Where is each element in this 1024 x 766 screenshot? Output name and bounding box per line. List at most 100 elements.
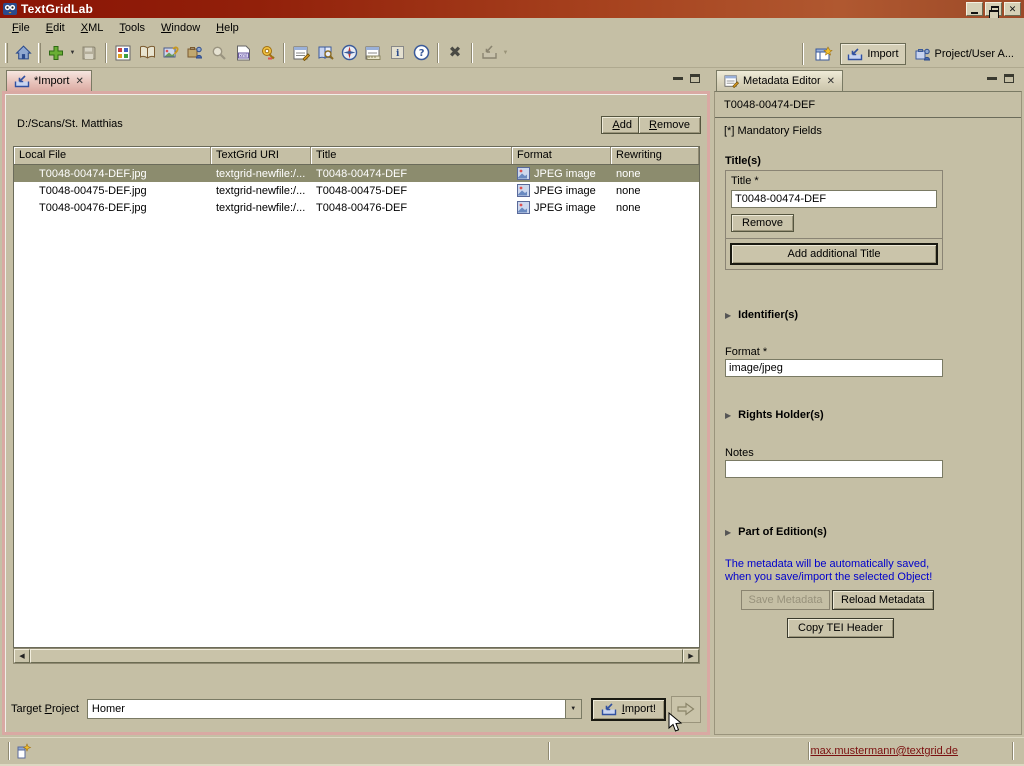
autosave-note: The metadata will be automatically saved… <box>725 558 932 584</box>
window-title: TextGridLab <box>21 2 93 16</box>
title-field-label: Title * <box>731 175 937 187</box>
rights-holders-section[interactable]: ▶ Rights Holder(s) <box>725 409 824 421</box>
column-header-textgrid-uri[interactable]: TextGrid URI <box>211 147 311 164</box>
combo-dropdown-icon[interactable]: ▼ <box>565 700 581 718</box>
jpeg-image-icon <box>517 167 530 180</box>
xml-editor-icon[interactable]: xml <box>231 41 255 65</box>
maximize-view-icon[interactable] <box>1004 74 1014 83</box>
maximize-view-icon[interactable] <box>690 74 700 83</box>
toolbar-separator <box>283 43 285 63</box>
metadata-editor-view: Metadata Editor ✕ T0048-00474-DEF [*] Ma… <box>714 70 1022 735</box>
minimize-view-icon[interactable] <box>673 77 683 80</box>
minimize-view-icon[interactable] <box>987 77 997 80</box>
remove-title-button[interactable]: Remove <box>731 214 794 232</box>
metadata-object-title: T0048-00474-DEF <box>724 99 815 111</box>
close-button[interactable]: ✕ <box>1004 2 1021 16</box>
svg-text:xml: xml <box>239 53 247 59</box>
new-object-dropdown-icon[interactable]: ▼ <box>68 41 77 65</box>
delete-icon[interactable]: ✖ <box>443 41 467 65</box>
menu-tools[interactable]: Tools <box>111 20 153 37</box>
perspective-tab-import[interactable]: Import <box>840 43 905 65</box>
table-row[interactable]: T0048-00476-DEF.jpg textgrid-newfile:/..… <box>14 199 699 216</box>
metadata-editor-tab-close-icon[interactable]: ✕ <box>827 76 835 87</box>
import-tab-close-icon[interactable]: ✕ <box>75 76 83 87</box>
unicode-editor-icon[interactable] <box>361 41 385 65</box>
menu-window[interactable]: Window <box>153 20 208 37</box>
import-file-table: Local File TextGrid URI Title Format Rew… <box>13 146 700 648</box>
reload-metadata-button[interactable]: Reload Metadata <box>832 590 934 610</box>
import-controls: Target Project Homer ▼ Import! <box>11 694 701 724</box>
svg-text:i: i <box>396 49 400 59</box>
metadata-editor-tab[interactable]: Metadata Editor ✕ <box>716 70 843 91</box>
table-row[interactable]: T0048-00474-DEF.jpg textgrid-newfile:/..… <box>14 165 699 182</box>
help-icon[interactable]: ? <box>409 41 433 65</box>
horizontal-scrollbar[interactable]: ◀ ▶ <box>13 648 700 664</box>
mandatory-fields-note: [*] Mandatory Fields <box>724 125 822 137</box>
menu-help[interactable]: Help <box>208 20 247 37</box>
forward-arrow-button[interactable] <box>671 696 701 723</box>
titles-heading: Title(s) <box>725 155 761 167</box>
home-icon[interactable] <box>11 41 35 65</box>
statusbar-separator <box>8 742 10 760</box>
scroll-left-icon[interactable]: ◀ <box>14 649 30 663</box>
scroll-right-icon[interactable]: ▶ <box>683 649 699 663</box>
import-tool-icon[interactable] <box>477 41 501 65</box>
target-project-combo[interactable]: Homer ▼ <box>87 699 582 719</box>
search-icon[interactable] <box>207 41 231 65</box>
svg-text:?: ? <box>418 48 424 59</box>
add-additional-title-button[interactable]: Add additional Title <box>730 243 938 265</box>
jpeg-image-icon <box>517 184 530 197</box>
menu-xml[interactable]: XML <box>73 20 112 37</box>
menu-file[interactable]: File <box>4 20 38 37</box>
column-header-rewriting[interactable]: Rewriting <box>611 147 699 164</box>
object-info-icon[interactable]: i <box>385 41 409 65</box>
minimize-button[interactable] <box>966 2 983 16</box>
save-metadata-button[interactable]: Save Metadata <box>741 590 830 610</box>
search-results-icon[interactable] <box>313 41 337 65</box>
remove-button[interactable]: Remove <box>638 116 701 134</box>
project-user-icon[interactable] <box>183 41 207 65</box>
image-link-icon[interactable] <box>159 41 183 65</box>
perspective-bar: Import Project/User A... <box>802 42 1020 66</box>
table-row[interactable]: T0048-00475-DEF.jpg textgrid-newfile:/..… <box>14 182 699 199</box>
copy-tei-header-button[interactable]: Copy TEI Header <box>787 618 894 638</box>
fast-view-icon[interactable] <box>15 742 33 760</box>
import-icon <box>847 48 863 61</box>
column-header-title[interactable]: Title <box>311 147 512 164</box>
new-object-icon[interactable] <box>44 41 68 65</box>
metadata-editor-content: T0048-00474-DEF [*] Mandatory Fields Tit… <box>714 91 1022 735</box>
add-button[interactable]: Add <box>601 116 643 134</box>
metadata-editor-tab-label: Metadata Editor <box>743 75 821 87</box>
import-view-tab[interactable]: *Import ✕ <box>6 70 92 91</box>
identifiers-section[interactable]: ▶ Identifier(s) <box>725 309 798 321</box>
column-header-format[interactable]: Format <box>512 147 611 164</box>
target-project-value: Homer <box>88 703 565 715</box>
divider <box>715 117 1021 118</box>
toolbar-grip <box>38 43 41 63</box>
logged-in-user-link[interactable]: max.mustermann@textgrid.de <box>810 745 958 757</box>
column-header-local-file[interactable]: Local File <box>14 147 211 164</box>
table-header-row: Local File TextGrid URI Title Format Rew… <box>14 147 699 165</box>
save-icon[interactable] <box>77 41 101 65</box>
navigator-icon[interactable] <box>337 41 361 65</box>
dictionary-icon[interactable] <box>135 41 159 65</box>
user-key-icon[interactable] <box>255 41 279 65</box>
notes-input[interactable] <box>725 460 943 478</box>
menu-edit[interactable]: Edit <box>38 20 73 37</box>
import-icon <box>601 703 617 716</box>
import-button[interactable]: Import! <box>591 698 666 721</box>
title-input[interactable] <box>731 190 937 208</box>
toolbar-grip <box>5 43 8 63</box>
restore-button[interactable] <box>985 2 1002 16</box>
chevron-right-icon: ▶ <box>725 528 731 537</box>
import-tool-dropdown-icon[interactable]: ▼ <box>501 41 510 65</box>
title-bar: TextGridLab ✕ <box>0 0 1024 18</box>
scrollbar-thumb[interactable] <box>30 649 683 663</box>
perspective-tab-project-user[interactable]: Project/User A... <box>909 43 1020 65</box>
notes-field-label: Notes <box>725 447 754 459</box>
format-input[interactable] <box>725 359 943 377</box>
text-editor-icon[interactable] <box>289 41 313 65</box>
open-perspective-icon[interactable] <box>811 43 837 65</box>
grid-view-icon[interactable] <box>111 41 135 65</box>
part-of-edition-section[interactable]: ▶ Part of Edition(s) <box>725 526 827 538</box>
